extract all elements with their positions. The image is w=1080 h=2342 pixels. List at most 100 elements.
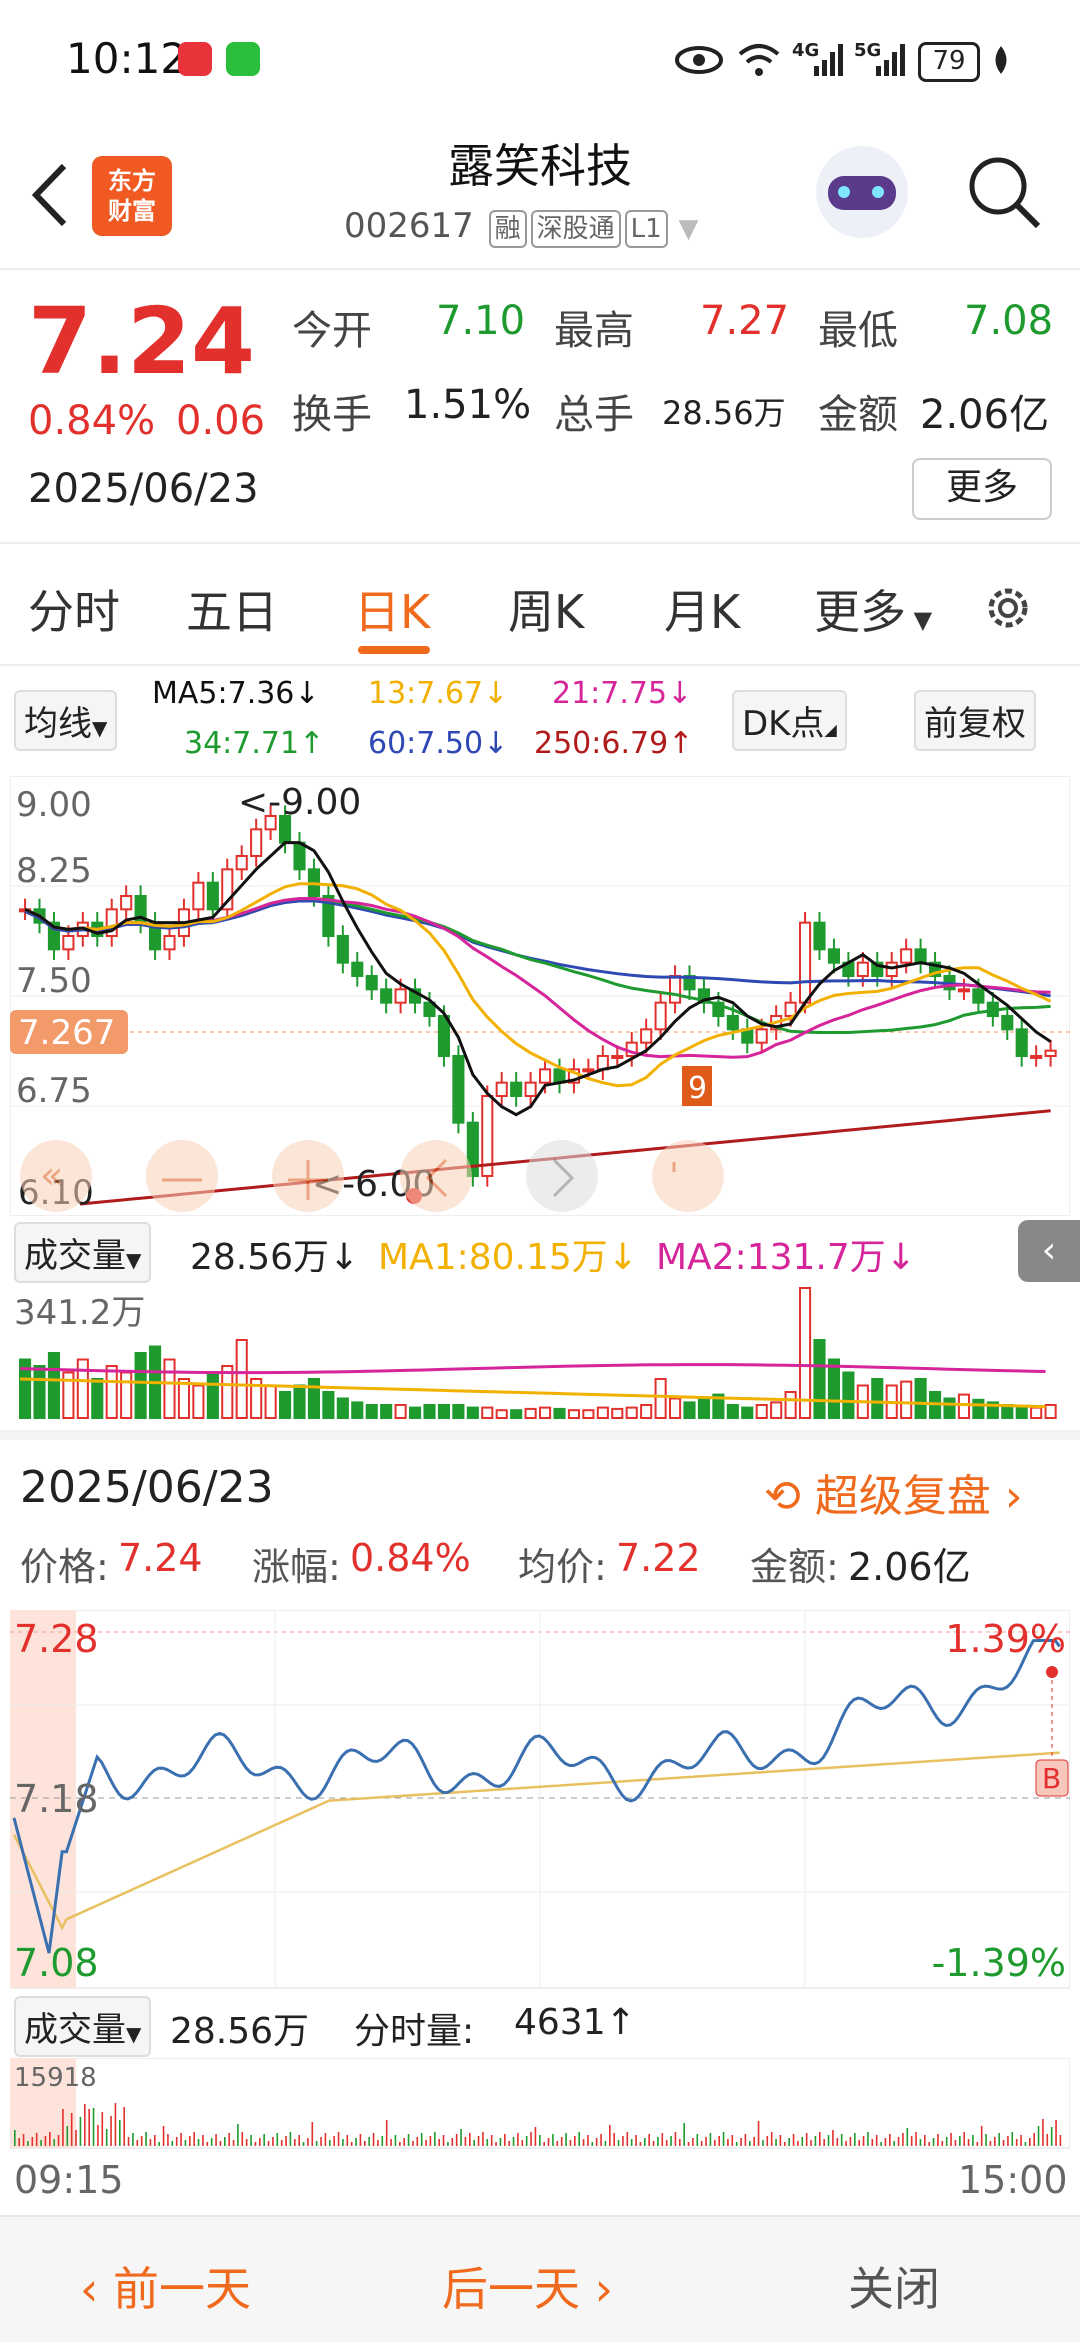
intraday-volume-bar xyxy=(315,2141,318,2146)
intraday-volume-bar xyxy=(49,2132,51,2146)
intraday-volume-bar xyxy=(263,2134,265,2146)
intraday-volume-bar xyxy=(626,2132,629,2146)
intraday-volume-bar xyxy=(797,2141,799,2146)
intraday-volume-bar xyxy=(609,2125,611,2146)
intraday-volume-bar xyxy=(442,2135,445,2146)
volume-bar xyxy=(842,1371,855,1419)
intraday-volume-bar xyxy=(753,2137,755,2146)
detail-date: 2025/06/23 xyxy=(20,1462,274,1513)
caret-down-icon: ▼ xyxy=(92,716,108,740)
close-button[interactable]: 关闭 xyxy=(848,2253,940,2319)
super-replay-button[interactable]: ⟲ 超级复盘 › xyxy=(764,1460,1022,1524)
signal-4g-icon xyxy=(814,44,843,76)
intraday-volume-bar xyxy=(311,2122,314,2146)
intraday-volume-bar xyxy=(928,2142,930,2146)
volume-bar xyxy=(741,1406,754,1419)
intraday-volume-bar xyxy=(79,2117,82,2146)
high-marker: <-9.00 xyxy=(238,782,361,823)
intraday-volume-bar xyxy=(381,2136,384,2146)
intraday-volume-bar xyxy=(875,2135,878,2146)
volume-bar xyxy=(134,1352,147,1419)
next-day-button[interactable]: 后一天 › xyxy=(442,2253,613,2319)
leaf-icon xyxy=(995,46,1007,74)
prev-day-button[interactable]: ‹ 前一天 xyxy=(80,2253,251,2319)
intraday-volume-bar xyxy=(950,2133,952,2146)
intraday-volume-bar xyxy=(692,2138,694,2146)
intraday-volume-selector[interactable]: 成交量▼ xyxy=(14,1996,152,2057)
intraday-volume-bar xyxy=(552,2134,554,2146)
dk-point-button[interactable]: DK点◢ xyxy=(732,690,847,751)
intraday-volume-bar xyxy=(788,2138,790,2146)
kline-chart[interactable]: 9.00 8.25 7.50 6.75 7.267 <-9.00 <-6.00 … xyxy=(10,776,1070,1216)
prev-icon[interactable] xyxy=(400,1140,472,1212)
tab-weekly-k[interactable]: 周K xyxy=(508,576,584,642)
search-icon[interactable] xyxy=(964,152,1044,232)
intraday-volume-bar xyxy=(31,2137,34,2146)
intraday-volume-bar xyxy=(1002,2140,1005,2146)
gear-icon[interactable] xyxy=(980,580,1036,636)
expand-icon[interactable] xyxy=(652,1140,724,1212)
minus-icon[interactable] xyxy=(146,1140,218,1212)
detail-values: 价格: 7.24 涨幅: 0.84% 均价: 7.22 金额: 2.06亿 xyxy=(0,1536,1080,1596)
next-icon[interactable] xyxy=(526,1140,598,1212)
current-price-tag-text: 7.267 xyxy=(18,1013,115,1053)
intraday-volume-bar xyxy=(44,2136,47,2146)
tab-monthly-k[interactable]: 月K xyxy=(664,576,740,642)
intraday-volume-bar xyxy=(88,2109,90,2146)
volume-bar xyxy=(264,1384,277,1419)
intraday-chart[interactable]: B 7.28 7.18 7.08 1.39% -1.39% xyxy=(10,1610,1070,1990)
intraday-volume-bar xyxy=(324,2133,327,2146)
side-panel-toggle[interactable]: ‹ xyxy=(1018,1220,1080,1282)
intraday-volume-bar xyxy=(543,2142,545,2146)
intraday-volume-bar xyxy=(149,2139,152,2146)
detail-amount: 2.06亿 xyxy=(848,1545,971,1589)
intraday-volume-bar xyxy=(167,2134,169,2146)
dropdown-icon[interactable]: ▼ xyxy=(678,214,698,244)
tab-five-day[interactable]: 五日 xyxy=(186,576,278,642)
intraday-volume-bar xyxy=(897,2137,900,2146)
intraday-volume-bar xyxy=(941,2141,944,2146)
intraday-volume-bar xyxy=(1046,2134,1049,2146)
tick-volume-label: 分时量: xyxy=(354,2011,475,2052)
intraday-volume-bar xyxy=(175,2137,178,2146)
intraday-volume-bar xyxy=(447,2142,449,2146)
intraday-volume-bar xyxy=(600,2134,602,2146)
tab-more[interactable]: 更多 ▼ xyxy=(814,576,932,642)
intraday-volume-bar xyxy=(814,2136,817,2146)
adjust-button[interactable]: 前复权 xyxy=(914,690,1036,751)
intraday-volume-bar xyxy=(359,2134,362,2146)
intraday-volume-bar xyxy=(657,2137,659,2146)
volume-bar xyxy=(495,1409,508,1419)
intraday-volume-bar xyxy=(569,2140,572,2146)
volume-bar xyxy=(596,1406,609,1419)
intraday-volume-bar xyxy=(127,2137,130,2146)
intraday-volume-bar xyxy=(784,2142,786,2146)
volume-selector[interactable]: 成交量▼ xyxy=(14,1222,152,1283)
intraday-volume-max: 15918 xyxy=(14,2063,97,2093)
intraday-volume-bar xyxy=(770,2132,773,2146)
volume-bar xyxy=(611,1407,624,1420)
robot-avatar[interactable] xyxy=(816,146,908,238)
intraday-volume-bar xyxy=(18,2138,20,2146)
volume-bar xyxy=(47,1352,60,1419)
intraday-volume-bar xyxy=(718,2136,720,2146)
intraday-volume-bar xyxy=(565,2133,567,2146)
volume-bar xyxy=(437,1404,450,1419)
intraday-volume-bar xyxy=(197,2139,200,2146)
intraday-y-mid: 7.18 xyxy=(14,1777,99,1821)
volume-bar xyxy=(827,1358,841,1419)
intraday-volume-bar xyxy=(337,2132,340,2146)
amount-value: 2.06亿 xyxy=(920,392,1050,438)
ma-selector[interactable]: 均线▼ xyxy=(14,690,118,751)
more-button[interactable]: 更多 xyxy=(912,458,1052,520)
intraday-volume-bar xyxy=(731,2135,734,2146)
intraday-volume-bar xyxy=(644,2138,646,2146)
tab-daily-k[interactable]: 日K xyxy=(354,576,430,642)
intraday-volume-bar xyxy=(792,2134,795,2146)
intraday-volume-bar xyxy=(329,2140,331,2146)
intraday-volume-bar xyxy=(775,2139,777,2146)
intraday-volume-bar xyxy=(429,2136,432,2146)
volume-max-label: 341.2万 xyxy=(14,1293,145,1333)
intraday-volume-bar xyxy=(508,2141,510,2146)
tab-intraday[interactable]: 分时 xyxy=(28,576,120,642)
